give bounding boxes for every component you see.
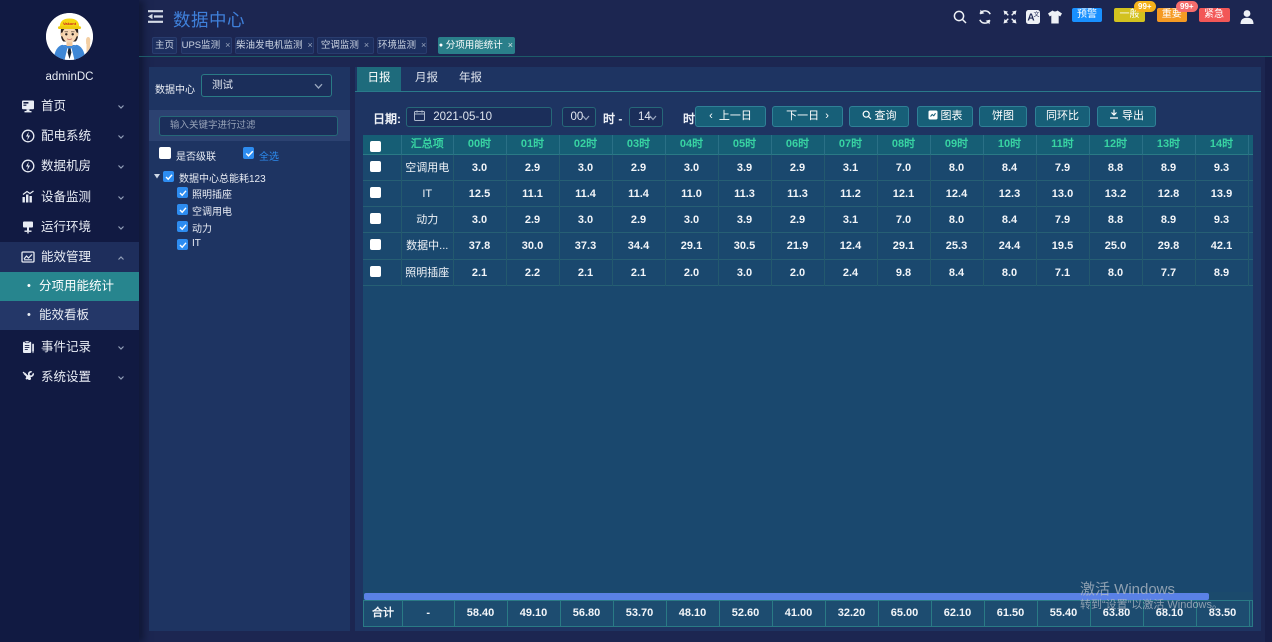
svg-text:文: 文 [1033,11,1039,19]
svg-text:Vakont: Vakont [63,21,77,26]
